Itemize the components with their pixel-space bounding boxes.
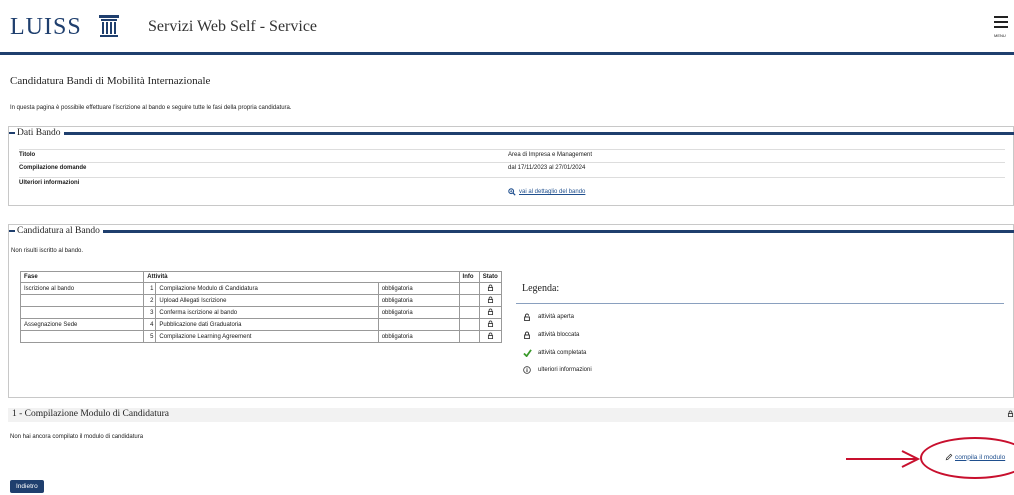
- info-icon: [523, 366, 531, 374]
- table-header-row: Fase Attività Info Stato: [19, 271, 503, 283]
- fasi-table: Fase Attività Info Stato Iscrizione al b…: [19, 271, 503, 343]
- menu-button[interactable]: MENU: [994, 16, 1014, 40]
- iscrizione-status: Non risulti iscritto al bando.: [11, 248, 84, 254]
- legenda-divider: [516, 303, 1004, 304]
- lock-icon: [1007, 410, 1014, 418]
- page-intro: In questa pagina è possibile effettuare …: [10, 105, 292, 111]
- row-compilazione-domande: Compilazione domande dal 17/11/2023 al 2…: [19, 162, 1005, 173]
- legenda-item-completata: attività completata: [522, 349, 586, 357]
- lock-icon: [487, 332, 493, 340]
- compilazione-domande-value: dal 17/11/2023 al 27/01/2024: [508, 165, 586, 171]
- lock-icon: [487, 296, 493, 304]
- luiss-logo[interactable]: LUISS: [10, 14, 82, 41]
- titolo-label: Titolo: [19, 152, 36, 158]
- table-row: 5 Compilazione Learning Agreement obblig…: [19, 330, 503, 343]
- column-logo-icon: [99, 15, 119, 37]
- pencil-icon: [945, 453, 953, 461]
- table-row: 3 Conferma iscrizione al bando obbligato…: [19, 306, 503, 319]
- titolo-value: Area di Impresa e Management: [508, 152, 593, 158]
- dettaglio-bando-link[interactable]: vai al dettaglio del bando: [519, 189, 585, 195]
- check-icon: [522, 349, 532, 357]
- table-row: Assegnazione Sede 4 Pubblicazione dati G…: [19, 318, 503, 331]
- dati-bando-section: Dati Bando Titolo Area di Impresa e Mana…: [8, 126, 1014, 206]
- page-title: Candidatura Bandi di Mobilità Internazio…: [10, 75, 211, 87]
- col-stato: Stato: [478, 271, 503, 283]
- table-row: 2 Upload Allegati Iscrizione obbligatori…: [19, 294, 503, 307]
- lock-icon: [487, 284, 493, 292]
- compilazione-domande-label: Compilazione domande: [19, 165, 87, 171]
- modulo-section-title: 1 - Compilazione Modulo di Candidatura: [12, 409, 169, 419]
- site-title: Servizi Web Self - Service: [148, 18, 318, 35]
- menu-label: MENU: [994, 33, 1006, 38]
- modulo-section-header: 1 - Compilazione Modulo di Candidatura: [8, 408, 1014, 422]
- dati-bando-legend: Dati Bando: [17, 128, 61, 138]
- red-arrow-icon: [846, 450, 921, 468]
- legenda-title: Legenda:: [522, 283, 560, 294]
- legenda-item-aperta: attività aperta: [522, 313, 574, 321]
- table-row: Iscrizione al bando 1 Compilazione Modul…: [19, 282, 503, 295]
- lock-icon: [524, 331, 530, 339]
- compila-modulo-link[interactable]: compila il modulo: [955, 454, 1005, 461]
- candidatura-legend: Candidatura al Bando: [17, 226, 100, 236]
- lock-icon: [487, 320, 493, 328]
- back-button[interactable]: Indietro: [10, 480, 44, 493]
- legenda-item-info: ulteriori informazioni: [522, 366, 592, 374]
- col-info: Info: [458, 271, 480, 283]
- lock-icon: [487, 308, 493, 316]
- unlock-icon: [524, 313, 530, 321]
- modulo-note: Non hai ancora compilato il modulo di ca…: [10, 434, 144, 440]
- site-header: LUISS Servizi Web Self - Service MENU: [0, 0, 1014, 55]
- row-titolo: Titolo Area di Impresa e Management: [19, 149, 1005, 160]
- col-fase: Fase: [19, 271, 145, 283]
- legenda-item-bloccata: attività bloccata: [522, 331, 579, 339]
- zoom-icon: [508, 188, 516, 196]
- ulteriori-informazioni-label: Ulteriori informazioni: [19, 180, 80, 186]
- row-ulteriori-informazioni: Ulteriori informazioni vai al dettaglio …: [19, 177, 1005, 199]
- col-attivita: Attività: [143, 271, 460, 283]
